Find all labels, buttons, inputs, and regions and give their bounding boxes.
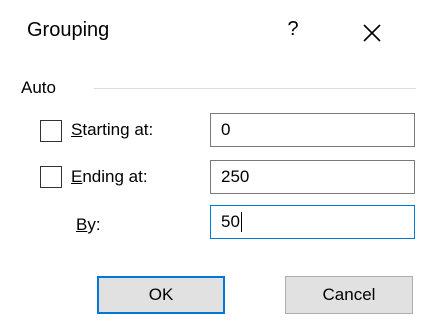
text-caret [241, 212, 242, 232]
starting-at-mnemonic: S [71, 120, 83, 139]
starting-at-label-text: tarting at: [82, 120, 154, 139]
starting-at-input[interactable] [210, 113, 415, 147]
ending-at-checkbox[interactable] [40, 166, 62, 188]
by-mnemonic: B [76, 215, 88, 234]
auto-group-label: Auto [21, 78, 56, 97]
grouping-dialog: Grouping ? Auto Starting at: Ending at: … [0, 0, 424, 325]
by-label: By: [76, 215, 101, 235]
close-button[interactable] [354, 14, 390, 46]
starting-at-label: Starting at: [71, 120, 153, 140]
help-button[interactable]: ? [278, 14, 308, 44]
close-icon [363, 24, 381, 42]
ok-button[interactable]: OK [97, 276, 225, 314]
ending-at-mnemonic: E [71, 167, 83, 186]
dialog-title: Grouping [27, 19, 110, 41]
group-divider [94, 88, 416, 89]
ending-at-input[interactable] [210, 160, 415, 194]
ending-at-label: Ending at: [71, 167, 148, 187]
ending-at-label-text: nding at: [82, 167, 148, 186]
cancel-button[interactable]: Cancel [285, 276, 413, 314]
by-label-text: y: [87, 215, 101, 234]
starting-at-checkbox[interactable] [40, 120, 62, 142]
